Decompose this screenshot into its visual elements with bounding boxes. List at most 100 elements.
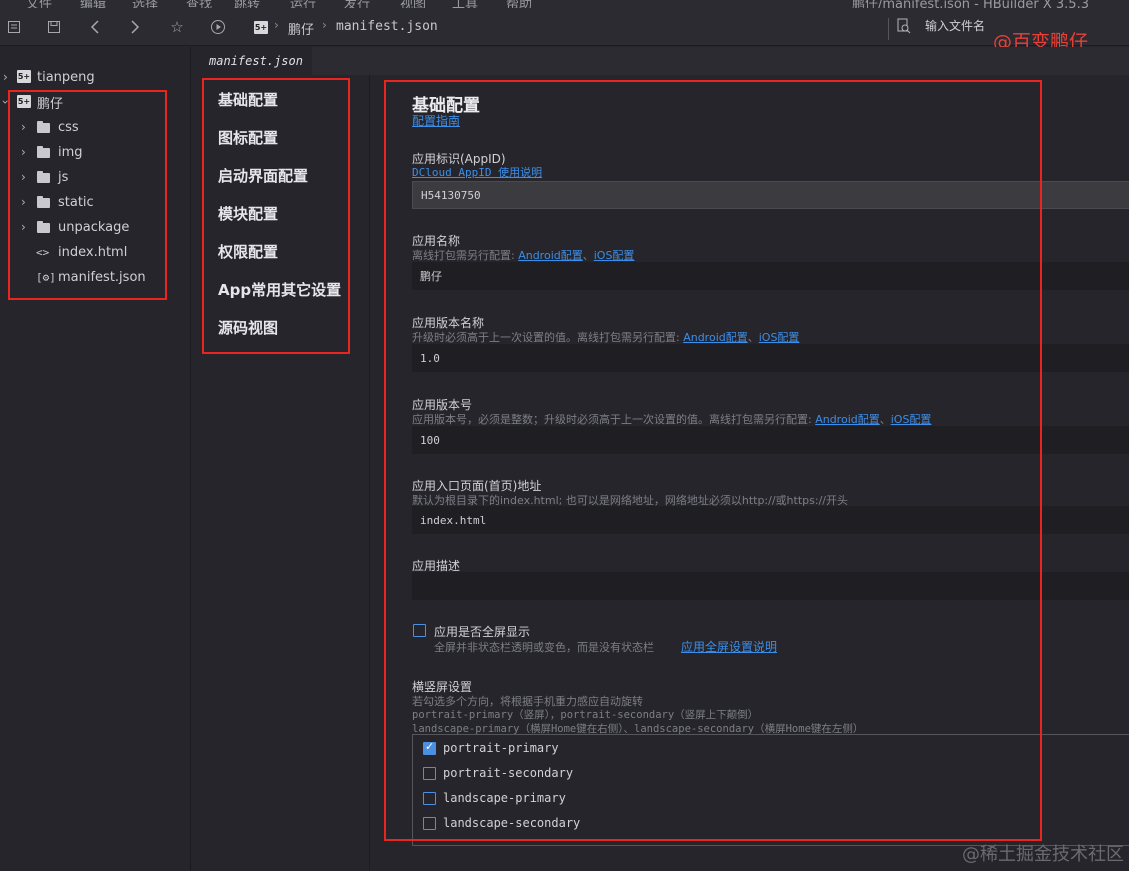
tree-label: static <box>58 194 94 210</box>
menu-file[interactable]: 文件 <box>26 0 52 8</box>
project-icon: 5+ <box>17 70 31 83</box>
menu-select[interactable]: 选择 <box>132 0 158 8</box>
menu-find[interactable]: 查找 <box>186 0 212 8</box>
fullscreen-hint: 全屏并非状态栏透明或变色，而是没有状态栏 <box>434 639 654 655</box>
android-config-link[interactable]: Android配置 <box>815 413 880 426</box>
tree-folder-img[interactable]: › img <box>0 140 190 164</box>
hint-text: 离线打包需另行配置: <box>412 249 519 262</box>
project-icon: 5+ <box>17 95 31 108</box>
tree-folder-unpackage[interactable]: › unpackage <box>0 215 190 239</box>
menu-view[interactable]: 视图 <box>400 0 426 8</box>
tree-label: index.html <box>58 244 128 260</box>
hint-text: 应用版本号，必须是整数；升级时必须高于上一次设置的值。离线打包需另行配置: <box>412 413 816 426</box>
tab-manifest[interactable]: manifest.json <box>192 47 312 75</box>
app-name-hint: 离线打包需另行配置: Android配置、iOS配置 <box>412 247 634 263</box>
breadcrumb-project[interactable]: 鹏仔 <box>288 19 314 38</box>
entry-page-field[interactable] <box>412 506 1129 534</box>
tree-label: css <box>58 119 79 135</box>
portrait-primary-label: portrait-primary <box>443 741 559 755</box>
version-name-field[interactable] <box>412 344 1129 372</box>
folder-icon <box>37 146 50 158</box>
chevron-right-icon[interactable]: › <box>21 195 26 209</box>
chevron-right-icon[interactable]: › <box>21 170 26 184</box>
appid-help-link[interactable]: DCloud AppID 使用说明 <box>412 164 542 180</box>
back-icon[interactable] <box>84 16 106 38</box>
nav-item-source[interactable]: 源码视图 <box>218 317 278 338</box>
run-icon[interactable] <box>207 16 229 38</box>
landscape-secondary-checkbox[interactable] <box>423 817 436 830</box>
chevron-right-icon[interactable]: › <box>21 120 26 134</box>
tree-project-pengzai[interactable]: › 5+ 鹏仔 <box>0 90 190 114</box>
tree-folder-css[interactable]: › css <box>0 115 190 139</box>
landscape-primary-checkbox[interactable] <box>423 792 436 805</box>
hint-text: 全屏并非状态栏透明或变色，而是没有状态栏 <box>434 641 654 654</box>
tree-file-index[interactable]: <> index.html <box>0 240 190 264</box>
chevron-right-icon[interactable]: › <box>21 145 26 159</box>
folder-icon <box>37 196 50 208</box>
breadcrumb-separator-icon: › <box>322 18 327 32</box>
tree-label: manifest.json <box>58 269 146 285</box>
tree-label: js <box>58 169 69 185</box>
config-guide-link[interactable]: 配置指南 <box>412 112 460 129</box>
window-title: 鹏仔/manifest.json - HBuilder X 3.5.3 <box>852 0 1089 8</box>
tree-file-manifest[interactable]: [⚙] manifest.json <box>0 265 190 289</box>
menu-publish[interactable]: 发行 <box>344 0 370 8</box>
ios-config-link[interactable]: iOS配置 <box>891 413 932 426</box>
description-field[interactable] <box>412 572 1129 600</box>
ios-config-link[interactable]: iOS配置 <box>759 331 800 344</box>
toolbar: ☆ 5+ › 鹏仔 › manifest.json <box>0 8 1129 46</box>
tree-folder-js[interactable]: › js <box>0 165 190 189</box>
appid-field <box>412 181 1129 209</box>
ios-config-link[interactable]: iOS配置 <box>594 249 635 262</box>
project-icon: 5+ <box>254 21 268 34</box>
android-config-link[interactable]: Android配置 <box>683 331 748 344</box>
manifest-nav: 基础配置 图标配置 启动界面配置 模块配置 权限配置 App常用其它设置 源码视… <box>192 75 370 871</box>
app-name-field[interactable] <box>412 262 1129 290</box>
fullscreen-label: 应用是否全屏显示 <box>434 625 531 639</box>
nav-item-icon[interactable]: 图标配置 <box>218 127 278 148</box>
menu-help[interactable]: 帮助 <box>506 0 532 8</box>
menu-goto[interactable]: 跳转 <box>234 0 260 8</box>
nav-item-modules[interactable]: 模块配置 <box>218 203 278 224</box>
new-file-icon[interactable] <box>3 16 25 38</box>
tree-folder-static[interactable]: › static <box>0 190 190 214</box>
tree-label: unpackage <box>58 219 130 235</box>
version-code-field[interactable] <box>412 426 1129 454</box>
tree-project-tianpeng[interactable]: › 5+ tianpeng <box>0 65 190 89</box>
fullscreen-help-link[interactable]: 应用全屏设置说明 <box>681 638 777 655</box>
breadcrumb-file[interactable]: manifest.json <box>336 19 438 34</box>
site-watermark: @稀土掘金技术社区 <box>962 844 1124 865</box>
json-file-icon: [⚙] <box>36 270 56 284</box>
html-file-icon: <> <box>36 245 50 259</box>
nav-item-permissions[interactable]: 权限配置 <box>218 241 278 262</box>
fullscreen-checkbox[interactable] <box>413 624 426 637</box>
menu-tools[interactable]: 工具 <box>452 0 478 8</box>
chevron-right-icon[interactable]: › <box>3 70 8 84</box>
menu-run[interactable]: 运行 <box>290 0 316 8</box>
nav-item-splash[interactable]: 启动界面配置 <box>218 165 308 186</box>
chevron-right-icon[interactable]: › <box>21 220 26 234</box>
folder-icon <box>37 121 50 133</box>
star-icon[interactable]: ☆ <box>166 16 188 38</box>
editor-tabbar: manifest.json <box>192 47 1129 75</box>
nav-item-app-other[interactable]: App常用其它设置 <box>218 279 341 300</box>
save-icon[interactable] <box>43 16 65 38</box>
search-file-icon[interactable] <box>897 18 911 38</box>
tree-label: 鹏仔 <box>37 96 64 112</box>
nav-item-basic[interactable]: 基础配置 <box>218 89 278 110</box>
basic-config-panel: 基础配置 配置指南 应用标识(AppID) DCloud AppID 使用说明 … <box>371 75 1129 871</box>
folder-icon <box>37 221 50 233</box>
breadcrumb-separator-icon: › <box>274 18 279 32</box>
portrait-secondary-checkbox[interactable] <box>423 767 436 780</box>
chevron-down-icon[interactable]: › <box>0 100 12 105</box>
version-code-hint: 应用版本号，必须是整数；升级时必须高于上一次设置的值。离线打包需另行配置: An… <box>412 411 931 427</box>
menu-bar: 文件 编辑 选择 查找 跳转 运行 发行 视图 工具 帮助 鹏仔/manifes… <box>0 0 1129 8</box>
forward-icon[interactable] <box>124 16 146 38</box>
menu-edit[interactable]: 编辑 <box>80 0 106 8</box>
orientation-hint-2: portrait-primary（竖屏），portrait-secondary（… <box>412 709 759 721</box>
hint-separator: 、 <box>879 413 891 426</box>
android-config-link[interactable]: Android配置 <box>518 249 583 262</box>
portrait-primary-checkbox[interactable] <box>423 740 436 755</box>
version-name-hint: 升级时必须高于上一次设置的值。离线打包需另行配置: Android配置、iOS配… <box>412 329 799 345</box>
project-explorer: › 5+ tianpeng › 5+ 鹏仔 › css › img › js ›… <box>0 47 191 871</box>
